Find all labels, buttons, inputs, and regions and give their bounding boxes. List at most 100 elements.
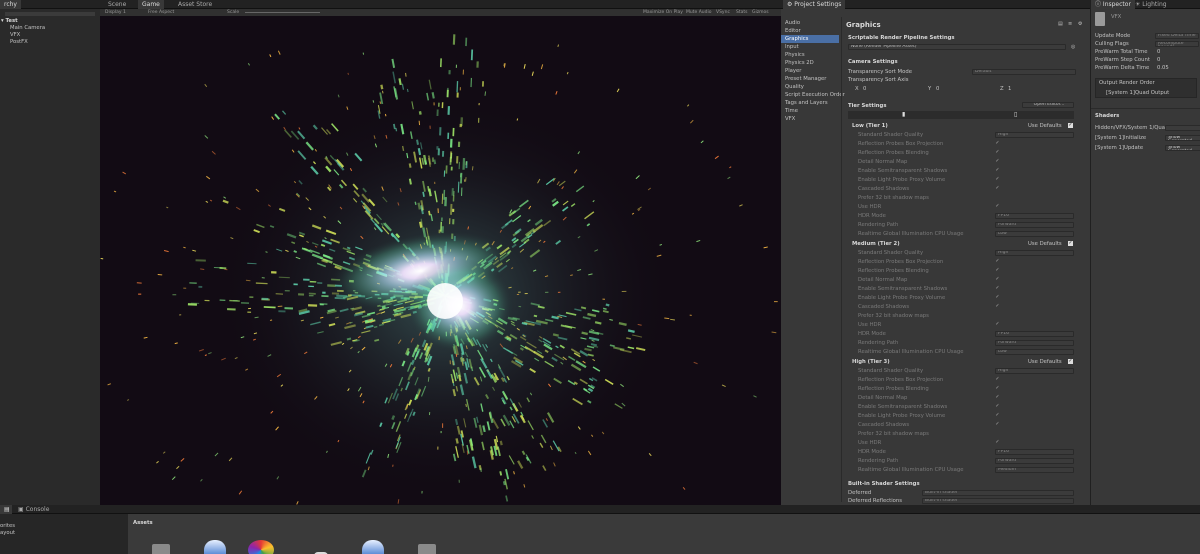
tier-setting-dropdown[interactable]: Forward xyxy=(995,340,1074,346)
inspector-field-dropdown[interactable]: Recompute bounds xyxy=(1155,41,1199,47)
settings-category-item[interactable]: Quality xyxy=(781,83,839,91)
color-wheel-asset-icon[interactable] xyxy=(248,540,274,554)
preset-icon[interactable]: ≡ xyxy=(1068,21,1072,27)
tier-setting-dropdown[interactable]: Low xyxy=(995,349,1074,355)
tab-inspector[interactable]: ⓘ Inspector xyxy=(1091,0,1135,9)
tier-setting-checkbox[interactable]: ✓ xyxy=(995,395,1000,400)
tab-project[interactable]: ▤ xyxy=(0,505,12,514)
tab-scene[interactable]: Scene xyxy=(104,0,130,9)
layout-label[interactable]: ayout xyxy=(0,529,15,537)
tier-setting-checkbox[interactable]: ✓ xyxy=(995,168,1000,173)
open-editor-button[interactable]: Open Editor... xyxy=(1022,102,1074,108)
builtin-shader-dropdown[interactable]: Built-in shader xyxy=(922,498,1074,504)
tier-setting-checkbox[interactable]: ✓ xyxy=(995,295,1000,300)
tier-setting-dropdown[interactable]: FP16 xyxy=(995,331,1074,337)
tab-lighting[interactable]: ☀ Lighting xyxy=(1131,0,1171,9)
tier-setting-checkbox[interactable]: ✓ xyxy=(995,413,1000,418)
settings-category-item[interactable]: VFX xyxy=(781,115,839,123)
tab-project-settings[interactable]: ⚙ Project Settings xyxy=(783,0,846,9)
gizmos-dropdown[interactable]: Gizmos xyxy=(752,9,769,16)
tier-setting-checkbox[interactable]: ✓ xyxy=(995,440,1000,445)
tier-setting-dropdown[interactable]: Forward xyxy=(995,458,1074,464)
settings-category-item[interactable]: Time xyxy=(781,107,839,115)
tier-setting-dropdown[interactable]: High xyxy=(995,132,1074,138)
tier-setting-dropdown[interactable]: High xyxy=(995,368,1074,374)
tier-setting-checkbox[interactable]: ✓ xyxy=(995,150,1000,155)
tier-setting-checkbox[interactable] xyxy=(995,195,1000,200)
tab-game[interactable]: Game xyxy=(138,0,164,9)
desktop-platform-icon[interactable]: ▮ xyxy=(902,111,905,118)
tier-setting-checkbox[interactable]: ✓ xyxy=(995,159,1000,164)
display-dropdown[interactable]: Display 1 xyxy=(105,9,126,16)
axis-z-value[interactable]: 1 xyxy=(1008,85,1011,93)
tier-setting-checkbox[interactable]: ✓ xyxy=(995,268,1000,273)
axis-x-value[interactable]: 0 xyxy=(863,85,866,93)
settings-category-item[interactable]: Script Execution Order xyxy=(781,91,845,99)
tier-setting-checkbox[interactable]: ✓ xyxy=(995,286,1000,291)
builtin-shader-dropdown[interactable]: Built-in shader xyxy=(922,490,1074,496)
hierarchy-search-input[interactable] xyxy=(4,11,96,17)
tier-setting-checkbox[interactable]: ✓ xyxy=(995,304,1000,309)
transparency-sort-mode-dropdown[interactable]: Default xyxy=(972,69,1076,75)
vfx-graph-asset-icon[interactable] xyxy=(204,540,226,554)
settings-category-item[interactable]: Physics xyxy=(781,51,839,59)
hierarchy-item[interactable]: PostFX xyxy=(10,38,28,46)
tier-setting-checkbox[interactable]: ✓ xyxy=(995,422,1000,427)
tier-setting-checkbox[interactable]: ✓ xyxy=(995,386,1000,391)
assets-breadcrumb[interactable]: Assets xyxy=(133,519,153,527)
vfx-graph-asset-icon[interactable] xyxy=(362,540,384,554)
game-viewport[interactable] xyxy=(100,16,781,505)
show-generated-button[interactable]: Show Generated xyxy=(1165,145,1200,151)
tier-setting-checkbox[interactable]: ✓ xyxy=(995,404,1000,409)
settings-category-item[interactable]: Player xyxy=(781,67,839,75)
tier-setting-checkbox[interactable]: ✓ xyxy=(995,322,1000,327)
tier-setting-dropdown[interactable]: High xyxy=(995,250,1074,256)
vsync-toggle[interactable]: VSync xyxy=(716,9,730,16)
settings-category-item[interactable]: Tags and Layers xyxy=(781,99,839,107)
mute-audio-toggle[interactable]: Mute Audio xyxy=(686,9,712,16)
settings-category-item[interactable]: Input xyxy=(781,43,839,51)
tier-setting-dropdown[interactable]: FP16 xyxy=(995,449,1074,455)
use-defaults-checkbox[interactable]: ✓ xyxy=(1068,241,1073,246)
inspector-field-value[interactable]: 0 xyxy=(1157,48,1160,56)
tier-setting-dropdown[interactable]: Medium xyxy=(995,467,1074,473)
tier-setting-checkbox[interactable] xyxy=(995,313,1000,318)
tier-setting-checkbox[interactable] xyxy=(995,431,1000,436)
asset-thumbnail[interactable] xyxy=(418,544,436,554)
use-defaults-checkbox[interactable]: ✓ xyxy=(1068,123,1073,128)
output-item[interactable]: [System 1]Quad Output xyxy=(1106,89,1169,97)
tab-console[interactable]: ▣ Console xyxy=(14,505,53,514)
mobile-platform-icon[interactable]: ▯ xyxy=(1014,111,1017,118)
tier-setting-checkbox[interactable]: ✓ xyxy=(995,177,1000,182)
inspector-field-value[interactable]: 0.05 xyxy=(1157,64,1169,72)
settings-category-item[interactable]: Audio xyxy=(781,19,839,27)
tab-hierarchy[interactable]: rchy xyxy=(0,0,21,9)
aspect-dropdown[interactable]: Free Aspect xyxy=(148,9,174,16)
asset-thumbnail[interactable] xyxy=(152,544,170,554)
stats-toggle[interactable]: Stats xyxy=(736,9,748,16)
settings-menu-icon[interactable]: ⚙ xyxy=(1078,21,1082,27)
tier-setting-checkbox[interactable]: ✓ xyxy=(995,186,1000,191)
tier-setting-checkbox[interactable]: ✓ xyxy=(995,259,1000,264)
show-generated-button[interactable] xyxy=(1165,125,1200,131)
maximize-on-play-toggle[interactable]: Maximize On Play xyxy=(643,9,683,16)
help-icon[interactable]: ▤ xyxy=(1058,21,1063,27)
object-picker-icon[interactable]: ◎ xyxy=(1071,44,1075,50)
settings-category-item[interactable]: Physics 2D xyxy=(781,59,839,67)
settings-category-item[interactable]: Preset Manager xyxy=(781,75,839,83)
tier-setting-checkbox[interactable]: ✓ xyxy=(995,277,1000,282)
tier-setting-checkbox[interactable]: ✓ xyxy=(995,141,1000,146)
tab-asset-store[interactable]: Asset Store xyxy=(174,0,216,9)
inspector-field-dropdown[interactable]: Fixed Delta Time xyxy=(1155,33,1199,39)
settings-category-item[interactable]: Editor xyxy=(781,27,839,35)
srp-asset-field[interactable]: None (Render Pipeline Asset) xyxy=(848,44,1066,50)
tier-setting-checkbox[interactable]: ✓ xyxy=(995,204,1000,209)
show-generated-button[interactable]: Show Generated xyxy=(1165,135,1200,141)
scale-slider[interactable] xyxy=(245,12,320,13)
tier-setting-dropdown[interactable]: FP16 xyxy=(995,213,1074,219)
inspector-field-value[interactable]: 0 xyxy=(1157,56,1160,64)
tier-setting-dropdown[interactable]: Forward xyxy=(995,222,1074,228)
tier-setting-dropdown[interactable]: Low xyxy=(995,231,1074,237)
settings-category-item[interactable]: Graphics xyxy=(781,35,839,43)
tier-setting-checkbox[interactable]: ✓ xyxy=(995,377,1000,382)
